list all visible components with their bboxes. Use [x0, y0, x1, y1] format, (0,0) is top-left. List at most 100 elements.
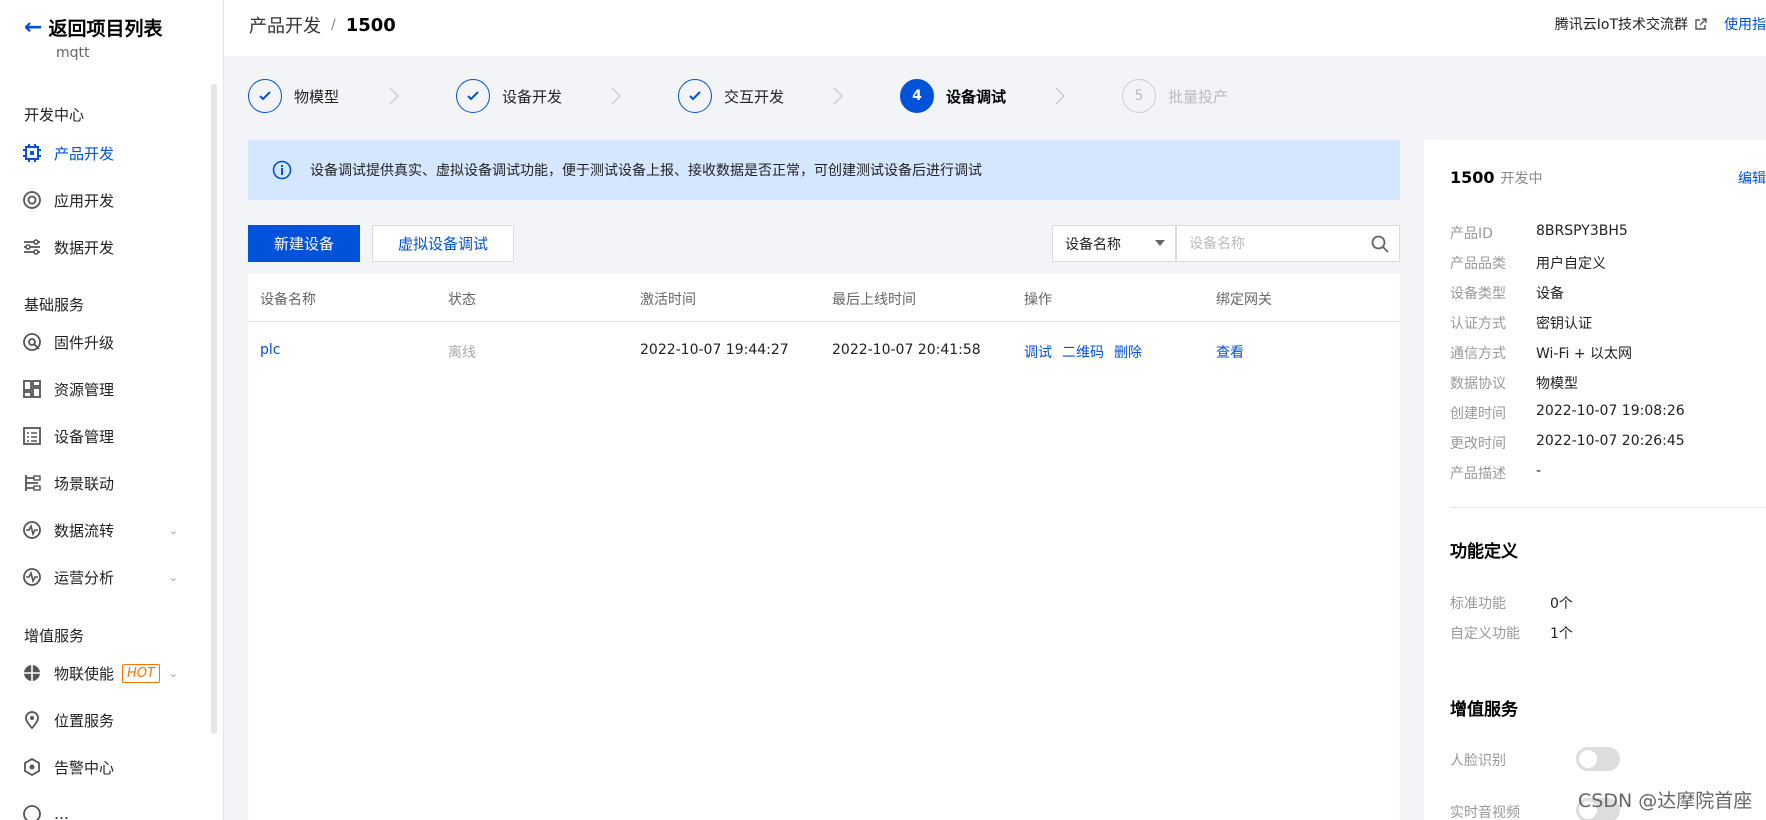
sidebar-item-scenes[interactable]: 场景联动 — [22, 465, 192, 501]
check-icon — [248, 79, 282, 113]
check-icon — [456, 79, 490, 113]
func-def-title: 功能定义 — [1450, 542, 1518, 562]
step-4[interactable]: 4 设备调试 — [900, 78, 1006, 114]
col-ops: 操作 — [1024, 292, 1052, 308]
app-icon — [22, 190, 42, 210]
edit-link[interactable]: 编辑 — [1738, 168, 1766, 188]
gateway-view-link[interactable]: 查看 — [1216, 342, 1244, 362]
list-icon — [22, 426, 42, 446]
chevron-right-icon — [611, 87, 622, 105]
panel-product-status: 开发中 — [1500, 171, 1543, 187]
panel-header: 1500 开发中 — [1450, 168, 1543, 188]
hot-badge: HOT — [122, 663, 160, 683]
col-last-online: 最后上线时间 — [832, 292, 916, 308]
info-key: 产品描述 — [1450, 466, 1506, 482]
info-row: 产品描述 - — [1450, 463, 1541, 483]
step-number: 5 — [1122, 79, 1156, 113]
breadcrumb-root[interactable]: 产品开发 — [249, 12, 321, 38]
device-last-online-time: 2022-10-07 20:41:58 — [832, 342, 981, 358]
sliders-icon — [22, 237, 42, 257]
chevron-down-icon: ⌄ — [168, 523, 178, 537]
search-icon[interactable] — [1371, 235, 1389, 253]
chevron-right-icon — [833, 87, 844, 105]
back-to-projects-button[interactable]: ← 返回项目列表 — [24, 14, 162, 41]
project-name: mqtt — [56, 45, 90, 61]
sidebar-item-label: 物联使能 — [54, 664, 115, 683]
virtual-debug-button[interactable]: 虚拟设备调试 — [372, 225, 514, 262]
sidebar-item-data-dev[interactable]: 数据开发 — [22, 229, 192, 265]
step-3[interactable]: 交互开发 — [678, 78, 784, 114]
col-gateway: 绑定网关 — [1216, 292, 1272, 308]
sidebar-item-data-flow[interactable]: 数据流转 ⌄ — [22, 512, 192, 548]
info-value: 2022-10-07 19:08:26 — [1536, 403, 1685, 419]
sidebar-item-alarm[interactable]: 告警中心 — [22, 749, 192, 785]
guide-link[interactable]: 使用指 — [1724, 14, 1766, 34]
func-value: 0个 — [1550, 596, 1573, 612]
step-5[interactable]: 5 批量投产 — [1122, 78, 1228, 114]
info-value: 用户自定义 — [1536, 256, 1606, 272]
filter-select[interactable]: 设备名称 — [1052, 225, 1176, 262]
top-links: 腾讯云IoT技术交流群 使用指 — [1555, 14, 1766, 34]
device-name-link[interactable]: plc — [260, 342, 280, 358]
col-activated: 激活时间 — [640, 292, 696, 308]
location-pin-icon — [22, 710, 42, 730]
sidebar-item-iot-enable[interactable]: 物联使能 HOT ⌄ — [22, 655, 192, 691]
sidebar-item-location[interactable]: 位置服务 — [22, 702, 192, 738]
new-device-button[interactable]: 新建设备 — [248, 225, 360, 262]
sidebar-item-resources[interactable]: 资源管理 — [22, 371, 192, 407]
info-key: 创建时间 — [1450, 406, 1506, 422]
sidebar-item-label: 设备管理 — [54, 427, 115, 446]
sidebar-item-product-dev[interactable]: 产品开发 — [22, 135, 192, 171]
topbar: 产品开发 / 1500 腾讯云IoT技术交流群 使用指 — [224, 0, 1766, 56]
sidebar-item-label: 数据流转 — [54, 521, 115, 540]
step-1[interactable]: 物模型 — [248, 78, 339, 114]
caret-down-icon — [1155, 240, 1165, 246]
community-link[interactable]: 腾讯云IoT技术交流群 — [1555, 14, 1688, 34]
info-key: 数据协议 — [1450, 376, 1506, 392]
flow-icon — [22, 473, 42, 493]
debug-link[interactable]: 调试 — [1024, 345, 1052, 361]
sidebar-item-partial[interactable]: … — [22, 796, 192, 820]
sidebar-item-devices[interactable]: 设备管理 — [22, 418, 192, 454]
vas-row: 实时音视频 — [1450, 802, 1550, 820]
info-value: 密钥认证 — [1536, 316, 1592, 332]
sidebar-item-firmware[interactable]: 固件升级 — [22, 324, 192, 360]
pulse-icon — [22, 520, 42, 540]
vas-key: 人脸识别 — [1450, 753, 1506, 769]
face-recognition-toggle[interactable] — [1576, 747, 1620, 771]
filter-selected-value: 设备名称 — [1065, 236, 1121, 253]
func-row: 自定义功能 1个 — [1450, 623, 1573, 643]
chevron-right-icon — [389, 87, 400, 105]
step-label: 设备开发 — [502, 87, 563, 106]
col-device-name: 设备名称 — [260, 292, 316, 308]
chip-icon — [22, 143, 42, 163]
device-ops: 调试 二维码 删除 — [1024, 342, 1152, 362]
info-value: 设备 — [1536, 286, 1564, 302]
search-input[interactable] — [1177, 226, 1357, 261]
sidebar-item-app-dev[interactable]: 应用开发 — [22, 182, 192, 218]
check-icon — [678, 79, 712, 113]
globe-icon — [22, 663, 42, 683]
info-key: 产品品类 — [1450, 256, 1506, 272]
watermark: CSDN @达摩院首座 — [1578, 790, 1753, 812]
sidebar-item-ops-analysis[interactable]: 运营分析 ⌄ — [22, 559, 192, 595]
info-row: 通信方式 Wi-Fi + 以太网 — [1450, 343, 1632, 363]
breadcrumb-separator: / — [331, 17, 336, 33]
sidebar-item-label: 数据开发 — [54, 238, 115, 257]
func-row: 标准功能 0个 — [1450, 593, 1573, 613]
sidebar-scrollbar[interactable] — [211, 84, 217, 734]
breadcrumb-current: 1500 — [345, 14, 396, 36]
upgrade-icon — [22, 332, 42, 352]
info-key: 产品ID — [1450, 226, 1493, 242]
func-key: 标准功能 — [1450, 596, 1506, 612]
info-row: 数据协议 物模型 — [1450, 373, 1578, 393]
qrcode-link[interactable]: 二维码 — [1062, 345, 1104, 361]
section-basic: 基础服务 — [24, 296, 85, 314]
value-added-title: 增值服务 — [1450, 700, 1518, 720]
delete-link[interactable]: 删除 — [1114, 345, 1142, 361]
info-row: 创建时间 2022-10-07 19:08:26 — [1450, 403, 1685, 423]
grid-icon — [22, 379, 42, 399]
info-row: 产品品类 用户自定义 — [1450, 253, 1606, 273]
step-2[interactable]: 设备开发 — [456, 78, 562, 114]
info-key: 更改时间 — [1450, 436, 1506, 452]
